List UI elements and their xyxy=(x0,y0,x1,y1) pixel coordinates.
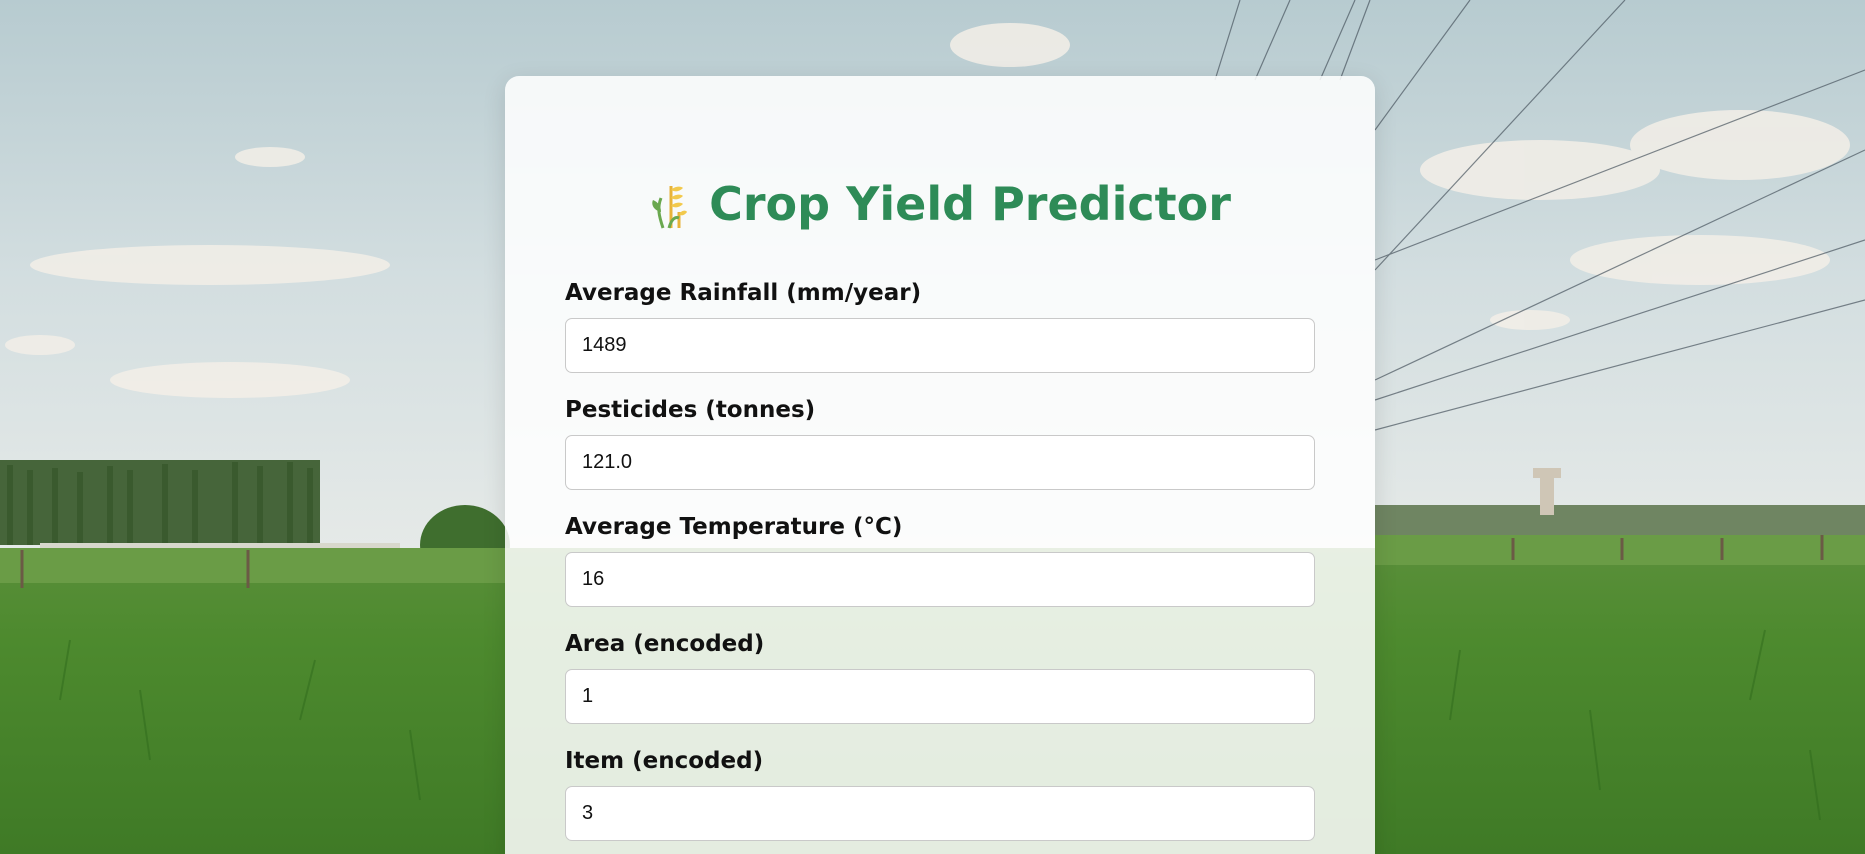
wheat-icon xyxy=(649,178,689,230)
item-field: Item (encoded) xyxy=(565,746,1315,841)
header: Crop Yield Predictor xyxy=(505,174,1375,234)
temperature-input[interactable] xyxy=(565,552,1315,607)
rainfall-label: Average Rainfall (mm/year) xyxy=(565,280,922,306)
rainfall-field: Average Rainfall (mm/year) xyxy=(565,278,1315,373)
item-input[interactable] xyxy=(565,786,1315,841)
pesticides-field: Pesticides (tonnes) xyxy=(565,395,1315,490)
area-input[interactable] xyxy=(565,669,1315,724)
pesticides-input[interactable] xyxy=(565,435,1315,490)
temperature-field: Average Temperature (°C) xyxy=(565,512,1315,607)
pesticides-label: Pesticides (tonnes) xyxy=(565,397,816,423)
item-label: Item (encoded) xyxy=(565,748,764,774)
area-label: Area (encoded) xyxy=(565,631,765,657)
predictor-card: Crop Yield Predictor Average Rainfall (m… xyxy=(505,76,1375,854)
area-field: Area (encoded) xyxy=(565,629,1315,724)
page-title: Crop Yield Predictor xyxy=(709,177,1231,231)
temperature-label: Average Temperature (°C) xyxy=(565,514,903,540)
rainfall-input[interactable] xyxy=(565,318,1315,373)
